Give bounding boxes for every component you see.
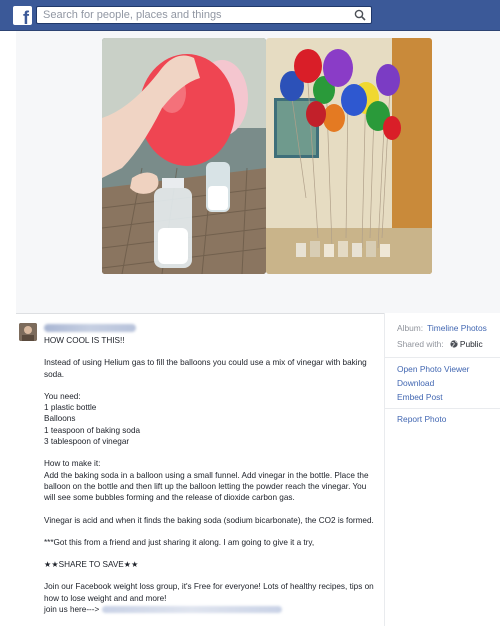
photo-sidebar: Album: Timeline Photos Shared with: Publi… — [384, 313, 500, 626]
divider — [385, 408, 500, 409]
join-label: join us here---> — [44, 605, 100, 615]
avatar[interactable] — [19, 323, 37, 341]
post-text: HOW COOL IS THIS!! Instead of using Heli… — [44, 335, 376, 615]
post-paragraph: ★★SHARE TO SAVE★★ — [44, 560, 139, 570]
photo-stage — [16, 31, 500, 314]
avatar-image — [19, 323, 37, 341]
balloon-party-image — [266, 38, 432, 274]
open-photo-viewer-link[interactable]: Open Photo Viewer — [397, 364, 469, 374]
album-label: Album: — [397, 323, 424, 333]
post-paragraph: Instead of using Helium gas to fill the … — [44, 358, 367, 379]
shared-row: Shared with: Public — [397, 339, 483, 349]
search-icon[interactable] — [354, 9, 366, 21]
download-link[interactable]: Download — [397, 378, 434, 388]
shared-label: Shared with: — [397, 339, 444, 349]
join-line: join us here---> — [44, 604, 376, 615]
post-paragraph: ***Got this from a friend and just shari… — [44, 537, 315, 547]
post-paragraph: You need: 1 plastic bottle Balloons 1 te… — [44, 391, 141, 447]
search-input[interactable]: Search for people, places and things — [36, 6, 372, 24]
post-paragraph: Join our Facebook weight loss group, it'… — [44, 582, 374, 603]
balloon-party-photo[interactable] — [266, 38, 432, 274]
post-paragraph: HOW COOL IS THIS!! — [44, 336, 125, 345]
post-paragraph: How to make it: Add the baking soda in a… — [44, 459, 369, 503]
search-placeholder: Search for people, places and things — [43, 9, 222, 21]
facebook-logo-letter: f — [23, 8, 29, 28]
balloon-bottle-photo[interactable] — [102, 38, 266, 274]
shared-value: Public — [459, 339, 483, 349]
divider — [385, 357, 500, 358]
balloon-bottle-image — [102, 38, 266, 274]
embed-post-link[interactable]: Embed Post — [397, 392, 443, 402]
report-photo-link[interactable]: Report Photo — [397, 414, 446, 424]
album-link[interactable]: Timeline Photos — [427, 323, 487, 333]
post-content: HOW COOL IS THIS!! Instead of using Heli… — [16, 313, 384, 626]
top-bar: f Search for people, places and things — [0, 0, 500, 31]
globe-icon[interactable] — [450, 340, 458, 348]
join-link-redacted[interactable] — [101, 606, 282, 614]
facebook-logo[interactable]: f — [13, 6, 32, 28]
album-row: Album: Timeline Photos — [397, 323, 487, 333]
post-paragraph: Vinegar is acid and when it finds the ba… — [44, 515, 374, 525]
author-name-redacted[interactable] — [44, 324, 136, 332]
